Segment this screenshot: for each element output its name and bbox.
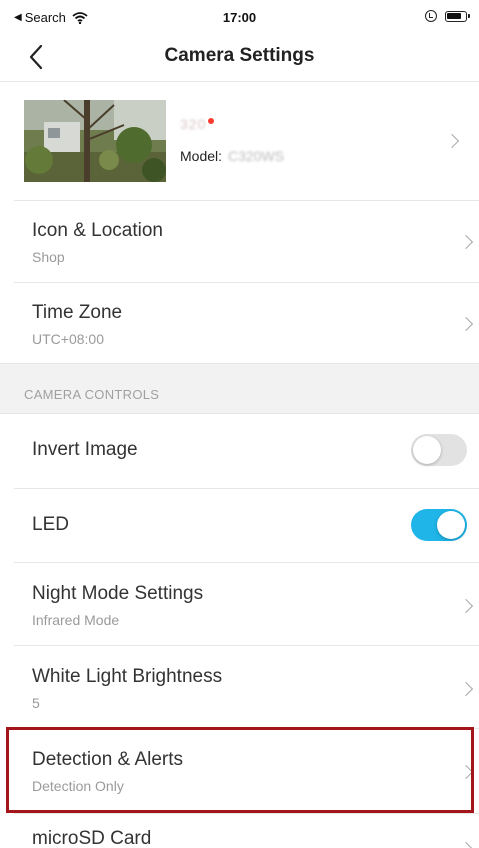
page-title: Camera Settings <box>164 45 315 66</box>
microsd-title: microSD Card <box>32 828 152 848</box>
time-zone-title: Time Zone <box>32 302 123 323</box>
white-light-title: White Light Brightness <box>32 666 223 687</box>
toggle-knob <box>437 511 465 539</box>
led-row: LED <box>14 488 479 562</box>
orientation-lock-icon <box>425 10 437 22</box>
icon-location-value: Shop <box>32 249 65 265</box>
icon-location-title: Icon & Location <box>32 220 163 241</box>
status-dot <box>208 118 214 124</box>
camera-thumbnail <box>24 100 166 182</box>
camera-name: 320 <box>180 116 207 132</box>
status-time: 17:00 <box>222 10 257 25</box>
camera-model-value: C320WS <box>228 148 285 164</box>
chevron-right-icon <box>458 841 474 848</box>
battery-icon <box>445 10 470 22</box>
chevron-right-icon <box>458 598 474 614</box>
status-right-icons <box>425 10 470 22</box>
chevron-right-icon <box>458 681 474 697</box>
detection-alerts-title: Detection & Alerts <box>32 749 184 770</box>
night-mode-value: Infrared Mode <box>32 612 120 628</box>
section-header-label: CAMERA CONTROLS <box>24 387 160 402</box>
white-light-value: 5 <box>32 695 40 711</box>
camera-model-label: Model: <box>180 148 223 164</box>
led-title: LED <box>32 514 69 535</box>
invert-image-row: Invert Image <box>14 414 479 488</box>
night-mode-title: Night Mode Settings <box>32 583 204 604</box>
icon-location-row[interactable]: Icon & Location Shop <box>14 200 479 282</box>
invert-image-title: Invert Image <box>32 439 138 460</box>
chevron-right-icon <box>458 764 474 780</box>
status-bar: ◀ Search 17:00 <box>0 0 479 32</box>
camera-info-row[interactable]: 320 Model: C320WS <box>0 82 479 200</box>
white-light-row[interactable]: White Light Brightness 5 <box>14 645 479 728</box>
camera-model: Model: C320WS <box>180 148 284 164</box>
time-zone-row[interactable]: Time Zone UTC+08:00 <box>14 282 479 363</box>
microsd-row[interactable]: microSD Card <box>14 813 479 848</box>
chevron-right-icon <box>444 133 460 149</box>
night-mode-row[interactable]: Night Mode Settings Infrared Mode <box>14 562 479 645</box>
toggle-knob <box>413 436 441 464</box>
chevron-right-icon <box>458 316 474 332</box>
time-zone-value: UTC+08:00 <box>32 331 104 347</box>
detection-alerts-value: Detection Only <box>32 778 124 794</box>
section-header-camera-controls: CAMERA CONTROLS <box>0 363 479 414</box>
led-toggle[interactable] <box>411 509 467 541</box>
detection-alerts-row[interactable]: Detection & Alerts Detection Only <box>14 728 479 812</box>
invert-image-toggle[interactable] <box>411 434 467 466</box>
nav-bar: Camera Settings <box>0 32 479 82</box>
chevron-right-icon <box>458 234 474 250</box>
